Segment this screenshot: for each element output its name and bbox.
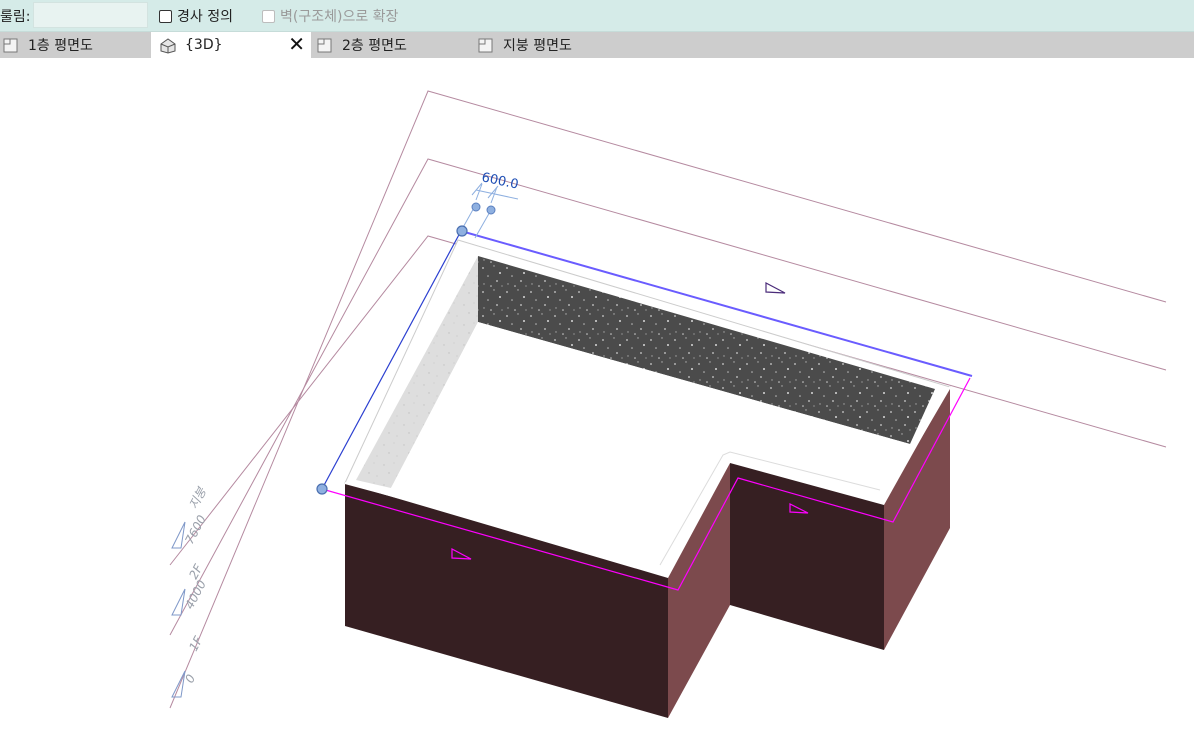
overhang-dimension[interactable]: 600.0 <box>460 170 520 239</box>
level-tag-roof: 지붕 7600 <box>171 484 209 549</box>
endpoint-grip[interactable] <box>456 225 468 237</box>
level-name: 지붕 <box>186 484 209 511</box>
slope-arrow-icon <box>765 282 786 294</box>
level-elevation: 0 <box>182 672 198 686</box>
define-slope-checkbox[interactable]: 경사 정의 <box>159 6 233 26</box>
tab-label: 지붕 평면도 <box>503 38 572 54</box>
dimension-grip[interactable] <box>486 205 496 215</box>
tab-label: 2층 평면도 <box>342 38 407 54</box>
overhang-label: 룰림: <box>0 9 31 25</box>
dimension-grip[interactable] <box>471 202 481 212</box>
extend-to-wall-label: 벽(구조체)으로 확장 <box>280 9 399 25</box>
floor-plan-icon <box>478 38 493 53</box>
view-tab-bar: 1층 평면도 {3D} ✕ 2층 평면도 지붕 평면도 <box>0 32 1194 58</box>
tab-floor2-plan[interactable]: 2층 평면도 <box>316 32 466 58</box>
define-slope-checkbox-box[interactable] <box>159 9 172 23</box>
floor-plan-icon <box>3 38 18 53</box>
tab-3d-view[interactable]: {3D} ✕ <box>151 32 311 58</box>
tab-label: {3D} <box>185 37 223 53</box>
house-3d-icon <box>160 38 176 54</box>
model-canvas[interactable]: 지붕 7600 2F 4000 1F 0 600.0 <box>0 58 1194 753</box>
level-name: 1F <box>186 633 206 653</box>
3d-viewport[interactable]: 지붕 7600 2F 4000 1F 0 600.0 <box>0 58 1194 753</box>
extend-to-wall-checkbox-box <box>262 9 275 23</box>
overhang-input[interactable] <box>33 2 148 28</box>
level-elevation: 4000 <box>182 578 209 612</box>
options-bar: 룰림: 경사 정의 벽(구조체)으로 확장 <box>0 0 1194 32</box>
building-walls[interactable] <box>344 239 951 718</box>
level-elevation: 7600 <box>182 513 209 547</box>
level-tags: 지붕 7600 2F 4000 1F 0 <box>171 484 209 698</box>
define-slope-label: 경사 정의 <box>177 9 233 25</box>
level-tag-2f: 2F 4000 <box>171 561 209 616</box>
floor-plan-icon <box>317 38 332 53</box>
close-icon[interactable]: ✕ <box>288 33 305 55</box>
level-tag-1f: 1F 0 <box>171 633 206 698</box>
endpoint-grip[interactable] <box>316 483 328 495</box>
extend-to-wall-checkbox: 벽(구조체)으로 확장 <box>262 6 398 26</box>
tab-roof-plan[interactable]: 지붕 평면도 <box>477 32 637 58</box>
dimension-label[interactable]: 600.0 <box>480 170 520 192</box>
tab-floor1-plan[interactable]: 1층 평면도 <box>0 32 152 58</box>
tab-label: 1층 평면도 <box>28 38 93 54</box>
